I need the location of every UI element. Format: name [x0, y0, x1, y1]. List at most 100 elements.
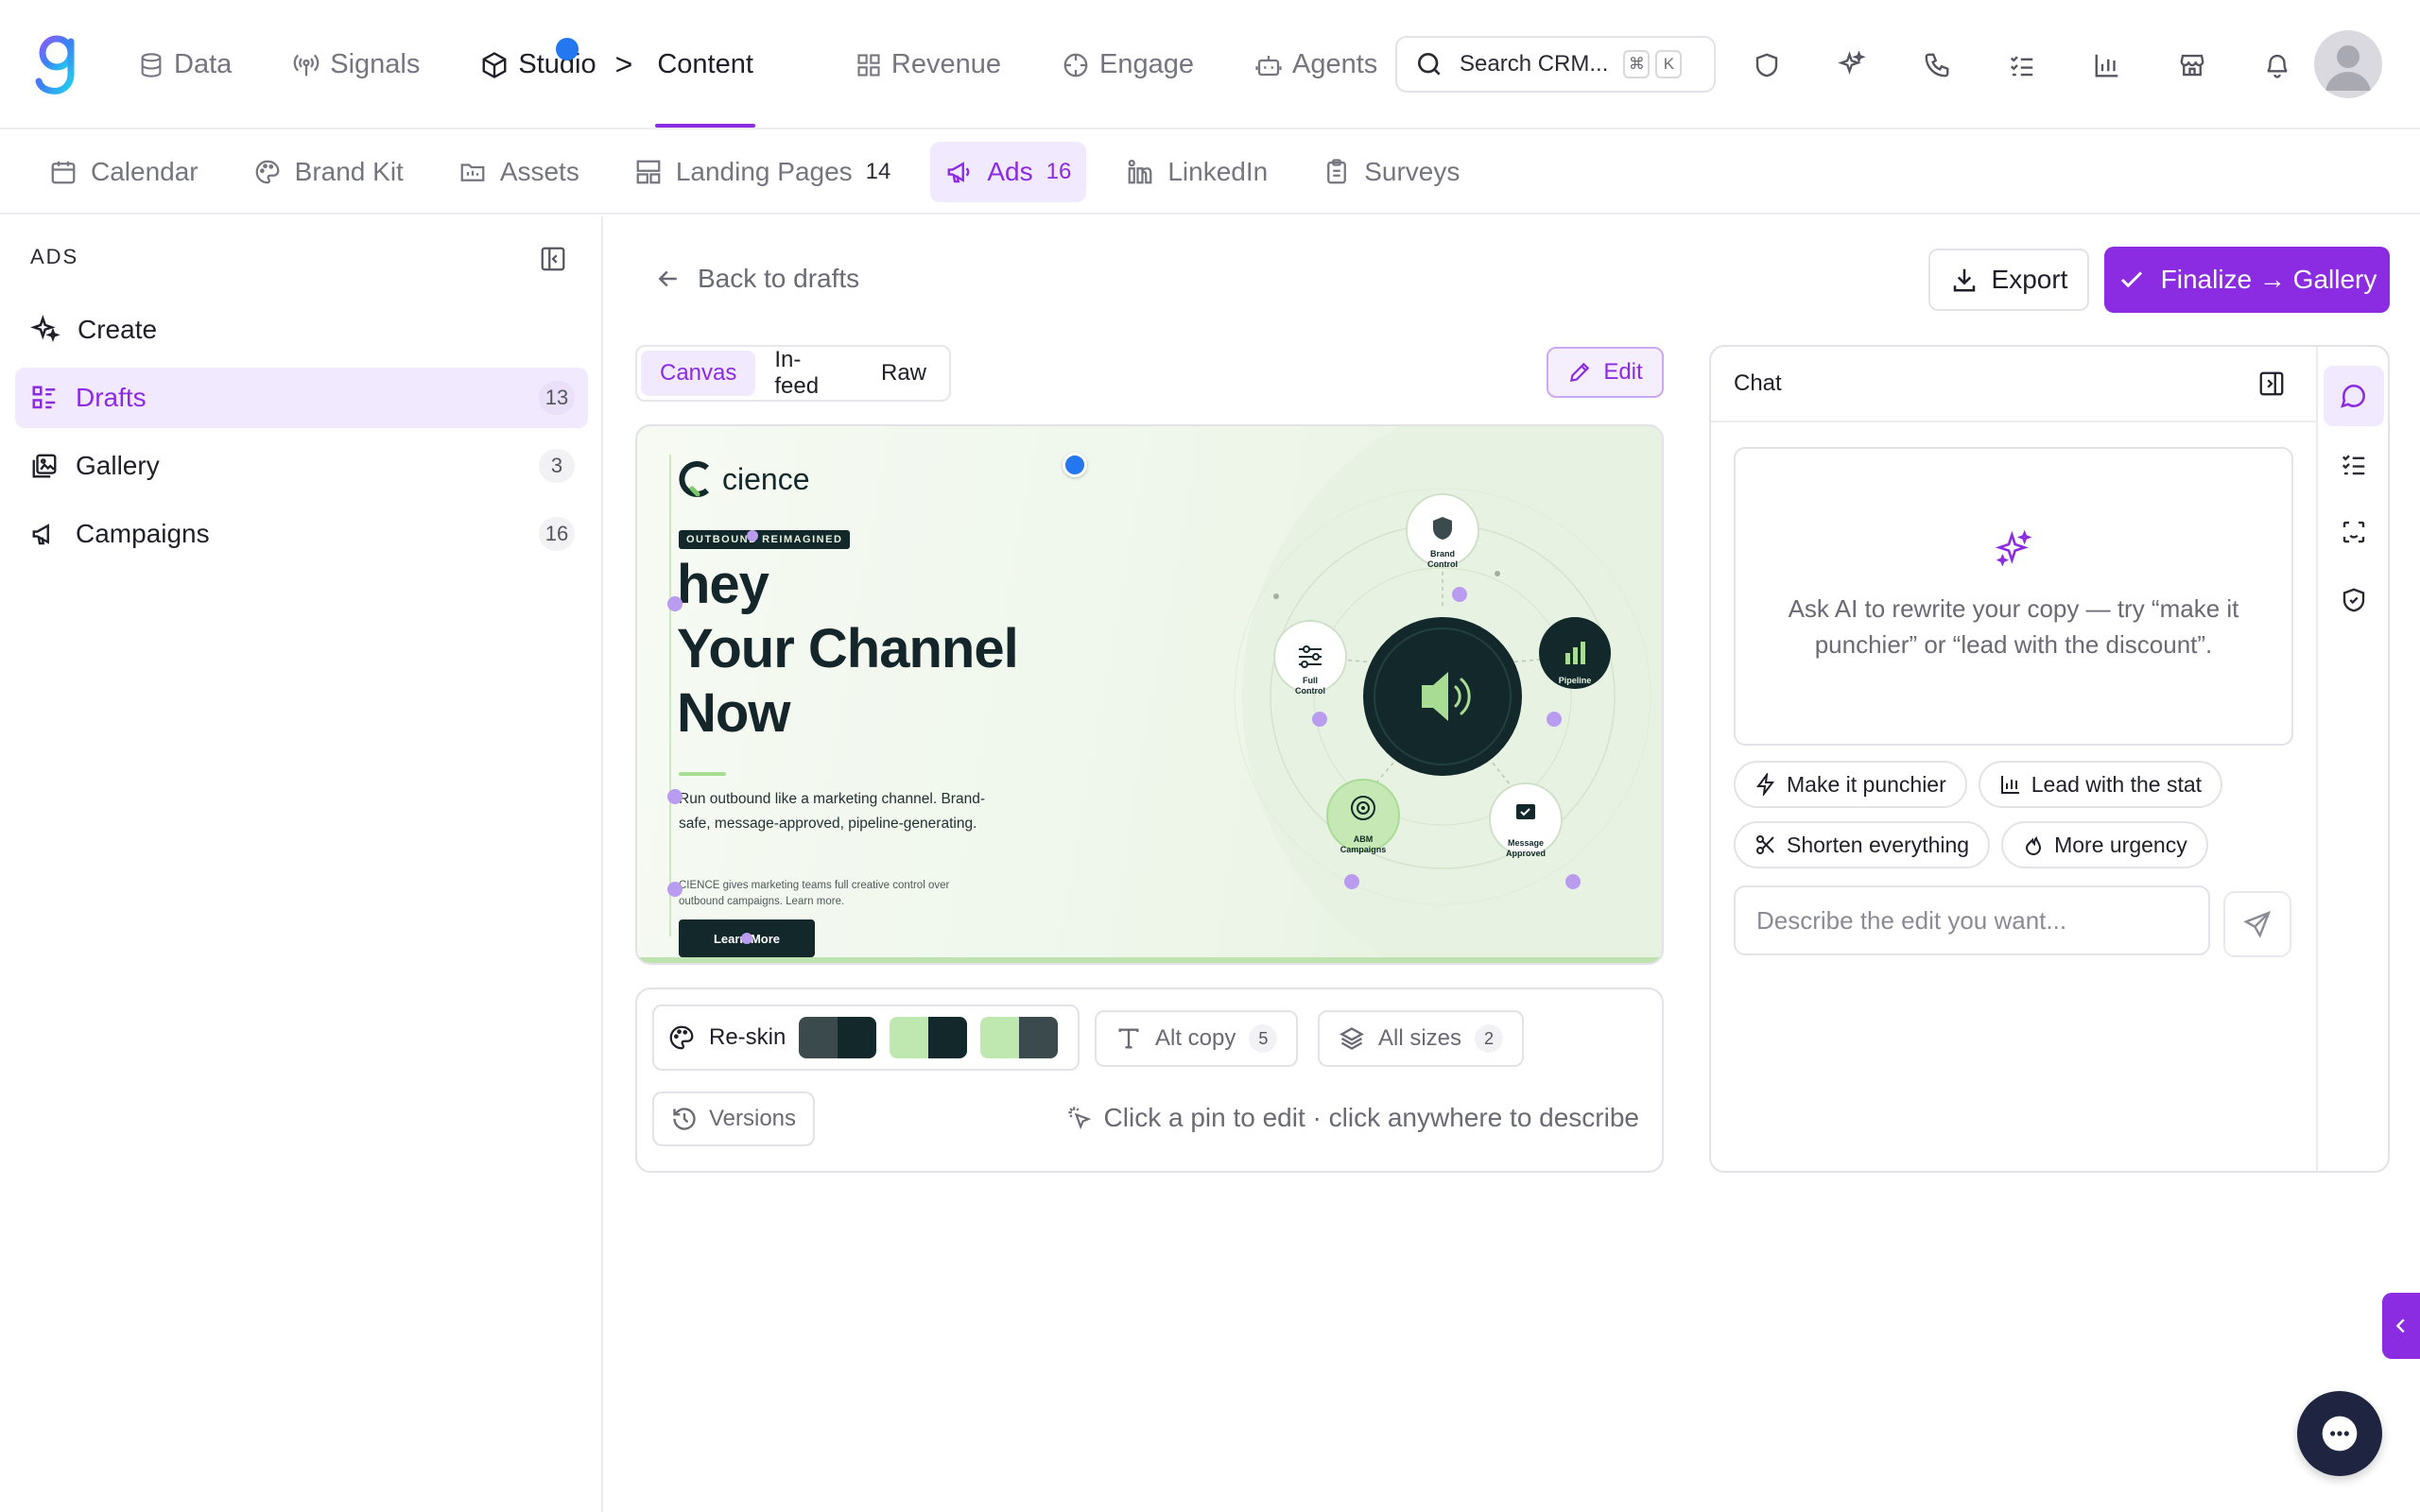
- annotation-pin[interactable]: [1063, 453, 1087, 477]
- node-label-line: Pipeline: [1558, 676, 1592, 685]
- sparkles-icon: [1995, 530, 2032, 567]
- edit-pin[interactable]: [1565, 874, 1581, 889]
- versions-button[interactable]: Versions: [652, 1091, 815, 1146]
- tab-label: Calendar: [91, 157, 199, 186]
- tab-label: Ads: [987, 157, 1033, 186]
- node-label-full-control: Full Control: [1272, 676, 1348, 696]
- sidebar-item-label: Drafts: [76, 383, 147, 412]
- edit-pin[interactable]: [667, 596, 683, 611]
- sparkles-icon[interactable]: [1828, 42, 1876, 89]
- app-logo-icon[interactable]: [34, 32, 81, 96]
- sidebar-item-create[interactable]: Create: [15, 300, 588, 360]
- task-list-icon[interactable]: [1998, 42, 2046, 89]
- edit-pin[interactable]: [1452, 587, 1467, 602]
- rail-scan[interactable]: [2324, 502, 2384, 562]
- tab-landing-pages[interactable]: Landing Pages 14: [619, 142, 907, 202]
- edit-pin[interactable]: [741, 933, 752, 944]
- target-icon: [1063, 53, 1088, 77]
- palette-swatch[interactable]: [890, 1017, 968, 1058]
- edit-pin[interactable]: [667, 789, 683, 804]
- ad-accent-bar: [679, 772, 726, 776]
- panel-toggle-icon[interactable]: [2257, 369, 2286, 398]
- alt-copy-button[interactable]: Alt copy 5: [1095, 1010, 1299, 1067]
- expand-panel-tab[interactable]: [2382, 1293, 2420, 1359]
- ad-headline[interactable]: hey Your Channel Now: [677, 553, 1019, 746]
- tab-assets[interactable]: Assets: [443, 142, 595, 202]
- tab-canvas[interactable]: Canvas: [641, 351, 756, 396]
- edit-pin[interactable]: [747, 530, 758, 541]
- edit-label: Edit: [1603, 359, 1643, 385]
- sidebar-item-label: Campaigns: [76, 519, 210, 548]
- ad-canvas[interactable]: cience OUTBOUND REIMAGINED hey Your Chan…: [635, 424, 1664, 965]
- store-icon[interactable]: [2169, 42, 2216, 89]
- edit-pin[interactable]: [1312, 712, 1327, 727]
- clipboard-icon: [1327, 159, 1347, 184]
- bell-icon[interactable]: [2254, 42, 2301, 89]
- tab-surveys[interactable]: Surveys: [1307, 142, 1475, 202]
- flame-icon: [2026, 836, 2042, 856]
- chip-label: Shorten everything: [1787, 832, 1970, 857]
- tab-raw[interactable]: Raw: [862, 351, 945, 396]
- grid-icon: [857, 53, 880, 77]
- all-sizes-label: All sizes: [1378, 1025, 1462, 1051]
- palette-swatch[interactable]: [799, 1017, 877, 1058]
- phone-icon[interactable]: [1913, 42, 1961, 89]
- chip-more-urgency[interactable]: More urgency: [2001, 821, 2208, 868]
- rail-chat[interactable]: [2324, 366, 2384, 426]
- tab-brand-kit[interactable]: Brand Kit: [238, 142, 419, 202]
- sidebar-item-gallery[interactable]: Gallery 3: [15, 436, 588, 496]
- palette-swatch[interactable]: [980, 1017, 1059, 1058]
- nav-engage[interactable]: Engage: [1062, 0, 1194, 129]
- nav-agents[interactable]: Agents: [1254, 0, 1377, 129]
- export-button[interactable]: Export: [1928, 249, 2089, 311]
- user-avatar[interactable]: [2314, 30, 2382, 98]
- chat-dots-icon: [2322, 1416, 2358, 1452]
- chip-make-punchier[interactable]: Make it punchier: [1734, 761, 1967, 808]
- all-sizes-button[interactable]: All sizes 2: [1318, 1010, 1525, 1067]
- bar-chart-icon[interactable]: [2083, 42, 2131, 89]
- gallery-icon: [32, 454, 57, 478]
- nav-revenue[interactable]: Revenue: [856, 0, 1001, 129]
- edit-button[interactable]: Edit: [1547, 347, 1664, 398]
- rail-checklist[interactable]: [2324, 434, 2384, 494]
- send-button[interactable]: [2223, 891, 2291, 957]
- download-icon: [1953, 268, 1975, 292]
- nav-signals[interactable]: Signals: [292, 0, 420, 129]
- search-input[interactable]: Search CRM... ⌘ K: [1395, 36, 1716, 93]
- ad-tagline[interactable]: OUTBOUND REIMAGINED: [679, 530, 851, 549]
- chip-lead-with-stat[interactable]: Lead with the stat: [1978, 761, 2223, 808]
- ad-body-copy[interactable]: Run outbound like a marketing channel. B…: [679, 787, 991, 836]
- ad-brand-logo[interactable]: cience: [679, 460, 810, 498]
- sidebar-item-campaigns[interactable]: Campaigns 16: [15, 504, 588, 564]
- chat-input[interactable]: [1734, 885, 2210, 955]
- nav-studio[interactable]: Studio: [480, 0, 596, 129]
- tab-in-feed[interactable]: In-feed: [755, 347, 862, 399]
- nav-content[interactable]: Content: [655, 0, 755, 129]
- ad-fine-print[interactable]: CIENCE gives marketing teams full creati…: [679, 878, 962, 910]
- edit-pin[interactable]: [667, 882, 683, 897]
- tab-calendar[interactable]: Calendar: [34, 142, 214, 202]
- finalize-button[interactable]: Finalize → Gallery: [2104, 247, 2390, 313]
- chip-label: Make it punchier: [1787, 771, 1946, 797]
- ad-headline-line: Now: [677, 682, 790, 744]
- tab-linkedin[interactable]: LinkedIn: [1111, 142, 1283, 202]
- checklist-icon: [2342, 455, 2365, 475]
- edit-pin[interactable]: [1547, 712, 1562, 727]
- chip-label: More urgency: [2054, 832, 2187, 857]
- chip-shorten-everything[interactable]: Shorten everything: [1734, 821, 1991, 868]
- help-chat-button[interactable]: [2297, 1391, 2382, 1476]
- rail-shield-check[interactable]: [2324, 570, 2384, 630]
- nav-data[interactable]: Data: [138, 0, 232, 129]
- tab-ads[interactable]: Ads 16: [930, 142, 1087, 202]
- top-actions: [1743, 42, 2301, 89]
- list-icon: [32, 386, 56, 409]
- nav-revenue-label: Revenue: [890, 49, 1001, 79]
- sidebar-item-drafts[interactable]: Drafts 13: [15, 368, 588, 428]
- collapse-sidebar-icon[interactable]: [539, 245, 567, 273]
- canvas-tools: Re-skin Alt copy 5 All sizes 2 Versions: [635, 988, 1664, 1173]
- nav-agents-label: Agents: [1291, 49, 1378, 79]
- edit-pin[interactable]: [1344, 874, 1359, 889]
- shield-icon[interactable]: [1743, 42, 1790, 89]
- back-to-drafts-link[interactable]: Back to drafts: [654, 264, 859, 294]
- chat-bubble-icon: [2341, 385, 2365, 408]
